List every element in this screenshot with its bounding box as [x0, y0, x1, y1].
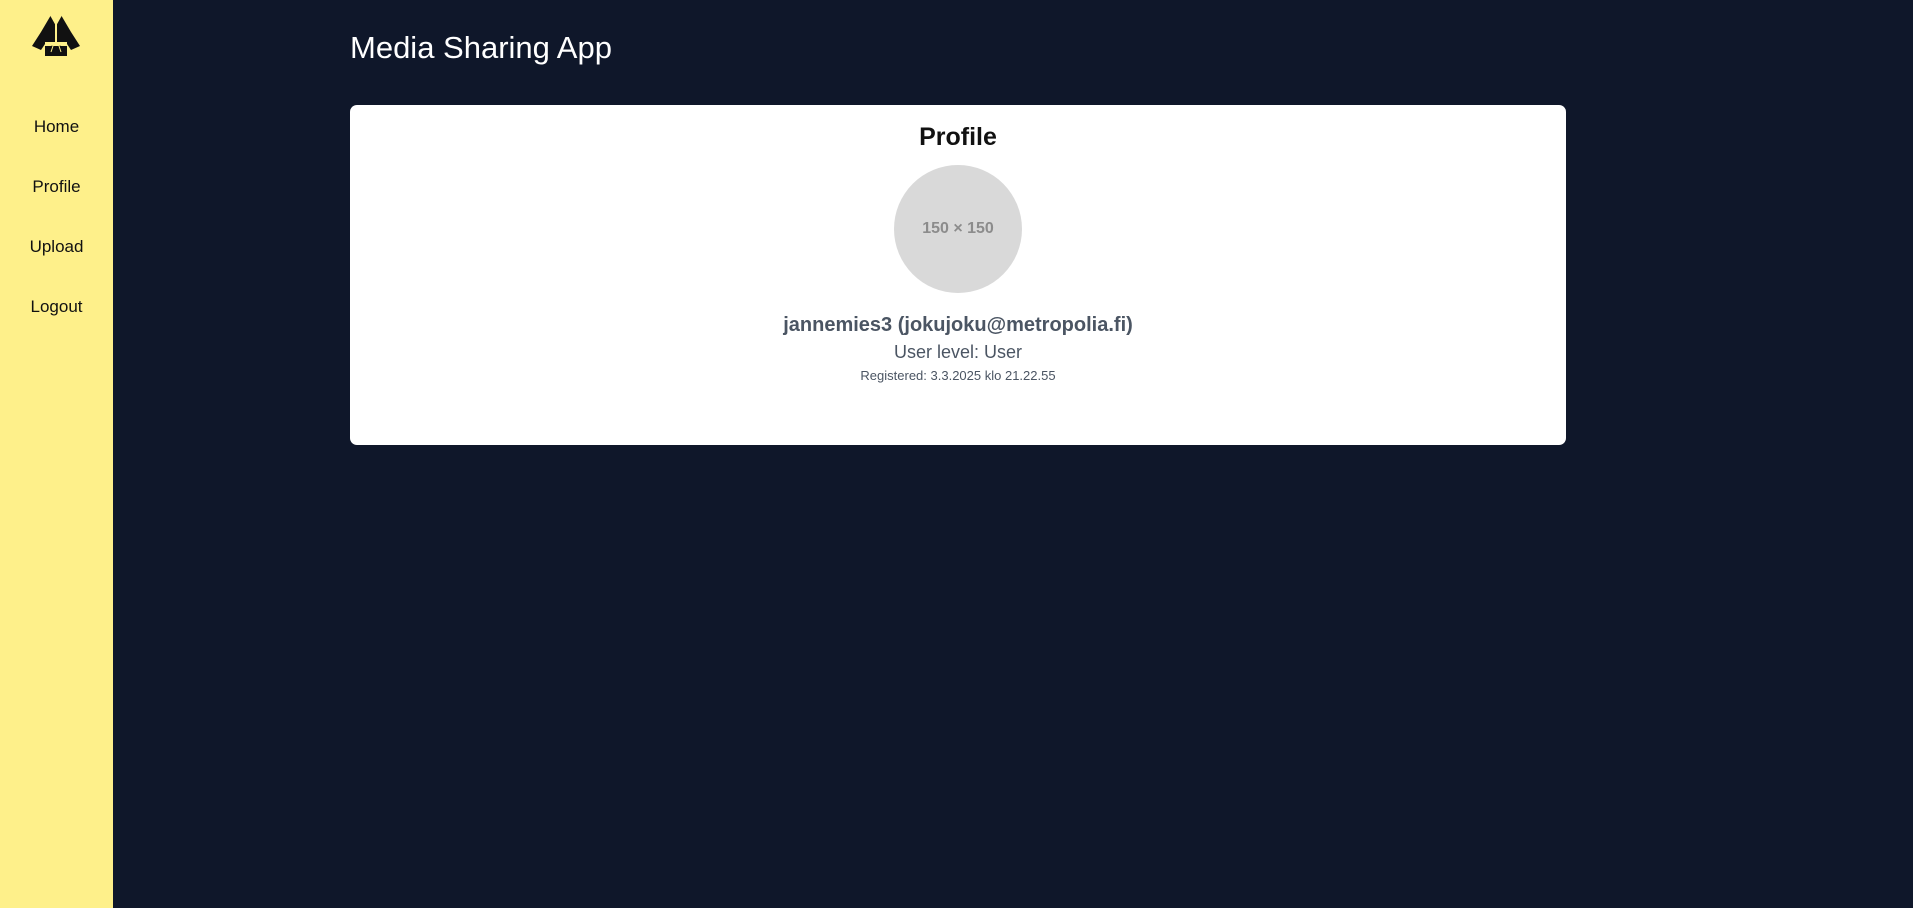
sidebar: Home Profile Upload Logout — [0, 0, 113, 908]
profile-card: Profile 150 × 150 jannemies3 (jokujoku@m… — [350, 105, 1566, 445]
user-level: User level: User — [893, 342, 1023, 362]
avatar: 150 × 150 — [894, 165, 1022, 293]
registered-date: Registered: 3.3.2025 klo 21.22.55 — [860, 368, 1056, 383]
karate-gi-logo-icon[interactable] — [31, 12, 81, 58]
profile-heading: Profile — [919, 123, 997, 151]
username-email: jannemies3 (jokujoku@metropolia.fi) — [783, 314, 1133, 336]
page-title: Media Sharing App — [350, 30, 612, 65]
sidebar-item-logout[interactable]: Logout — [0, 295, 113, 319]
sidebar-item-upload[interactable]: Upload — [0, 235, 113, 259]
sidebar-item-profile[interactable]: Profile — [0, 175, 113, 199]
sidebar-item-home[interactable]: Home — [0, 115, 113, 139]
avatar-placeholder-label: 150 × 150 — [922, 220, 994, 237]
